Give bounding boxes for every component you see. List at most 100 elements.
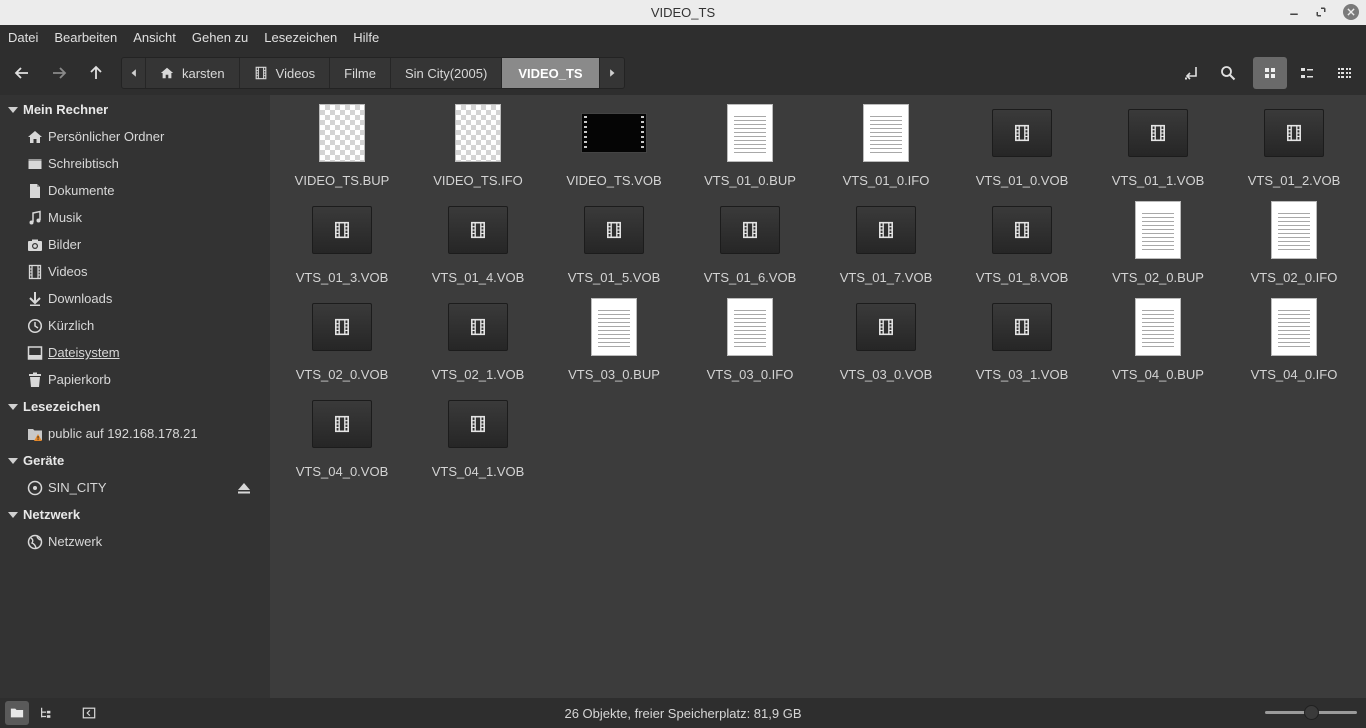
unknown-file-icon [455, 104, 501, 162]
sidebar-item-public-share[interactable]: public auf 192.168.178.21 [0, 420, 270, 447]
sidebar-section-geraete[interactable]: Geräte [0, 447, 270, 474]
desktop-icon [28, 158, 42, 169]
file-item[interactable]: VTS_01_0.BUP [682, 95, 818, 192]
file-item[interactable]: VTS_03_1.VOB [954, 289, 1090, 386]
sidebar-item-label: Dokumente [48, 183, 115, 198]
file-item[interactable]: VTS_04_1.VOB [410, 386, 546, 483]
file-item[interactable]: VIDEO_TS.VOB [546, 95, 682, 192]
sidebar-section-netzwerk[interactable]: Netzwerk [0, 501, 270, 528]
sidebar-item-papierkorb[interactable]: Papierkorb [0, 366, 270, 393]
sidebar-item-kuerzlich[interactable]: Kürzlich [0, 312, 270, 339]
location-toggle-button[interactable] [1174, 57, 1208, 89]
video-file-icon [584, 206, 644, 254]
maximize-button[interactable] [1313, 4, 1329, 20]
forward-button[interactable] [44, 59, 74, 87]
menu-bearbeiten[interactable]: Bearbeiten [46, 25, 125, 51]
file-item[interactable]: VTS_04_0.VOB [274, 386, 410, 483]
breadcrumb-scroll-right[interactable] [600, 58, 624, 88]
download-icon [29, 291, 41, 306]
file-icon-wrapper [410, 103, 546, 163]
breadcrumb-sin-city[interactable]: Sin City(2005) [391, 58, 503, 88]
sidebar-item-persoenlicher-ordner[interactable]: Persönlicher Ordner [0, 123, 270, 150]
sidebar-item-musik[interactable]: Musik [0, 204, 270, 231]
file-item[interactable]: VIDEO_TS.BUP [274, 95, 410, 192]
unknown-file-icon [319, 104, 365, 162]
file-icon-wrapper [1226, 297, 1362, 357]
file-item[interactable]: VTS_02_0.VOB [274, 289, 410, 386]
file-item[interactable]: VTS_03_0.IFO [682, 289, 818, 386]
film-icon [1151, 124, 1165, 142]
back-button[interactable] [7, 59, 37, 87]
sidebar-item-schreibtisch[interactable]: Schreibtisch [0, 150, 270, 177]
file-item[interactable]: VTS_01_5.VOB [546, 192, 682, 289]
file-item[interactable]: VTS_04_0.BUP [1090, 289, 1226, 386]
video-file-icon [720, 206, 780, 254]
file-item[interactable]: VTS_02_0.IFO [1226, 192, 1362, 289]
breadcrumb-karsten[interactable]: karsten [146, 58, 240, 88]
menu-gehen-zu[interactable]: Gehen zu [184, 25, 256, 51]
window-title: VIDEO_TS [650, 5, 716, 20]
video-file-icon [312, 206, 372, 254]
breadcrumb-video-ts[interactable]: VIDEO_TS [502, 58, 600, 88]
breadcrumb-scroll-left[interactable] [122, 58, 146, 88]
breadcrumb-videos[interactable]: Videos [240, 58, 331, 88]
file-item[interactable]: VTS_01_8.VOB [954, 192, 1090, 289]
file-item[interactable]: VTS_04_0.IFO [1226, 289, 1362, 386]
sidebar-item-bilder[interactable]: Bilder [0, 231, 270, 258]
drive-icon [27, 345, 43, 360]
file-item[interactable]: VTS_01_1.VOB [1090, 95, 1226, 192]
close-button[interactable] [1343, 4, 1359, 20]
sidebar-section-mein-rechner[interactable]: Mein Rechner [0, 96, 270, 123]
sidebar-item-videos[interactable]: Videos [0, 258, 270, 285]
file-item[interactable]: VTS_01_2.VOB [1226, 95, 1362, 192]
zoom-slider-handle[interactable] [1304, 705, 1319, 720]
file-item[interactable]: VTS_01_4.VOB [410, 192, 546, 289]
file-item[interactable]: VTS_02_0.BUP [1090, 192, 1226, 289]
up-button[interactable] [81, 59, 111, 87]
file-name: VTS_01_2.VOB [1247, 173, 1341, 188]
file-item[interactable]: VTS_01_3.VOB [274, 192, 410, 289]
file-item[interactable]: VIDEO_TS.IFO [410, 95, 546, 192]
file-item[interactable]: VTS_01_0.IFO [818, 95, 954, 192]
list-view-button[interactable] [1290, 57, 1324, 89]
video-file-icon [1128, 109, 1188, 157]
video-file-icon [312, 303, 372, 351]
file-item[interactable]: VTS_01_0.VOB [954, 95, 1090, 192]
file-name: VTS_03_0.BUP [568, 367, 660, 382]
sidebar-section-lesezeichen[interactable]: Lesezeichen [0, 393, 270, 420]
video-file-icon [312, 400, 372, 448]
file-item[interactable]: VTS_01_6.VOB [682, 192, 818, 289]
file-item[interactable]: VTS_03_0.VOB [818, 289, 954, 386]
icon-view-button[interactable] [1253, 57, 1287, 89]
file-item[interactable]: VTS_02_1.VOB [410, 289, 546, 386]
sidebar-item-label: Musik [48, 210, 82, 225]
sidebar-item-netzwerk[interactable]: Netzwerk [0, 528, 270, 555]
menu-hilfe[interactable]: Hilfe [345, 25, 387, 51]
arrow-left-icon [14, 67, 28, 79]
menu-datei[interactable]: Datei [0, 25, 46, 51]
text-lines [1278, 210, 1310, 252]
file-item[interactable]: VTS_03_0.BUP [546, 289, 682, 386]
menu-lesezeichen[interactable]: Lesezeichen [256, 25, 345, 51]
text-file-icon [591, 298, 637, 356]
sidebar-item-downloads[interactable]: Downloads [0, 285, 270, 312]
compact-view-button[interactable] [1327, 57, 1361, 89]
compact-list-icon [1338, 68, 1351, 78]
sidebar-item-sin-city[interactable]: SIN_CITY [0, 474, 270, 501]
sidebar-item-dateisystem[interactable]: Dateisystem [0, 339, 270, 366]
film-icon [1287, 124, 1301, 142]
file-item[interactable]: VTS_01_7.VOB [818, 192, 954, 289]
search-button[interactable] [1211, 57, 1245, 89]
film-icon [1015, 318, 1029, 336]
sidebar-item-label: Dateisystem [48, 345, 120, 360]
minimize-button[interactable] [1286, 4, 1302, 20]
menu-ansicht[interactable]: Ansicht [125, 25, 184, 51]
eject-icon[interactable] [236, 480, 252, 496]
sidebar-item-label: SIN_CITY [48, 480, 107, 495]
file-view[interactable]: VIDEO_TS.BUP VIDEO_TS.IFO VIDEO_TS.VOB VTS_… [270, 95, 1366, 698]
trash-icon [29, 372, 41, 387]
sidebar-item-dokumente[interactable]: Dokumente [0, 177, 270, 204]
breadcrumb-filme[interactable]: Filme [330, 58, 391, 88]
file-name: VTS_01_8.VOB [975, 270, 1069, 285]
sidebar-item-label: Videos [48, 264, 88, 279]
